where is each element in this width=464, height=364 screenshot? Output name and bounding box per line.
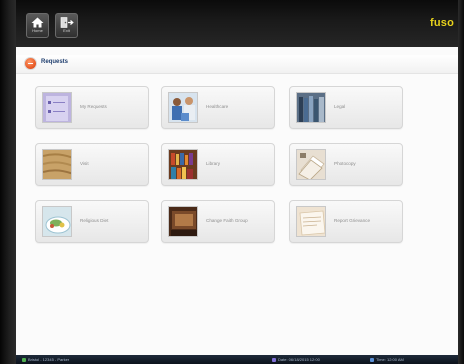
calendar-icon — [272, 357, 276, 362]
exit-icon — [60, 17, 74, 28]
top-bar: Home Exit fuso — [16, 0, 458, 47]
shelves-thumbnail — [168, 149, 198, 180]
tile-label: My Requests — [80, 104, 107, 109]
tile-report-grievance[interactable]: Report Grievance — [289, 200, 403, 243]
tile-library[interactable]: Library — [161, 143, 275, 186]
tile-change-faith-group[interactable]: Change Faith Group — [161, 200, 275, 243]
status-date-text: Date: 06/18/2015 12:00 — [278, 357, 320, 362]
status-time-text: Time: 12:00 AM — [376, 357, 404, 362]
status-user: Bristol - 12345 - Parker — [22, 357, 69, 362]
tile-label: Religious Diet — [80, 218, 109, 223]
faith-thumbnail — [168, 206, 198, 237]
copier-thumbnail — [296, 149, 326, 180]
tile-my-requests[interactable]: My Requests — [35, 86, 149, 129]
clock-icon — [370, 357, 374, 362]
status-time: Time: 12:00 AM — [370, 357, 404, 362]
home-icon — [31, 17, 44, 28]
tile-label: Visit — [80, 161, 89, 166]
status-date: Date: 06/18/2015 12:00 — [272, 357, 320, 362]
tile-label: Healthcare — [206, 104, 229, 109]
brand-logo: fuso — [429, 17, 454, 29]
kiosk-screen: Home Exit fuso Requests My Requests Heal… — [0, 0, 464, 364]
meal-thumbnail — [42, 206, 72, 237]
tile-visit[interactable]: Visit — [35, 143, 149, 186]
tile-label: Report Grievance — [334, 218, 371, 223]
tile-religious-diet[interactable]: Religious Diet — [35, 200, 149, 243]
status-user-text: Bristol - 12345 - Parker — [28, 357, 70, 362]
tile-healthcare[interactable]: Healthcare — [161, 86, 275, 129]
tile-legal[interactable]: Legal — [289, 86, 403, 129]
tile-label: Library — [206, 161, 221, 166]
home-button-label: Home — [32, 28, 43, 33]
status-bar: Bristol - 12345 - Parker Date: 06/18/201… — [16, 355, 458, 364]
tile-label: Photocopy — [334, 161, 356, 166]
page-title: Requests — [41, 59, 69, 65]
paper-thumbnail — [296, 206, 326, 237]
home-button[interactable]: Home — [26, 13, 49, 38]
breadcrumb: Requests — [16, 55, 458, 74]
tile-photocopy[interactable]: Photocopy — [289, 143, 403, 186]
main-content: Requests My Requests Healthcare Legal Vi… — [16, 47, 458, 355]
back-icon[interactable] — [25, 58, 36, 69]
online-icon — [22, 357, 26, 362]
exit-button-label: Exit — [63, 28, 70, 33]
books-thumbnail — [296, 92, 326, 123]
wood-thumbnail — [42, 149, 72, 180]
people-thumbnail — [168, 92, 198, 123]
tile-label: Change Faith Group — [206, 218, 248, 223]
right-bezel — [458, 0, 464, 364]
tile-label: Legal — [334, 104, 346, 109]
exit-button[interactable]: Exit — [55, 13, 78, 38]
left-bezel — [0, 0, 16, 364]
forms-thumbnail — [42, 92, 72, 123]
